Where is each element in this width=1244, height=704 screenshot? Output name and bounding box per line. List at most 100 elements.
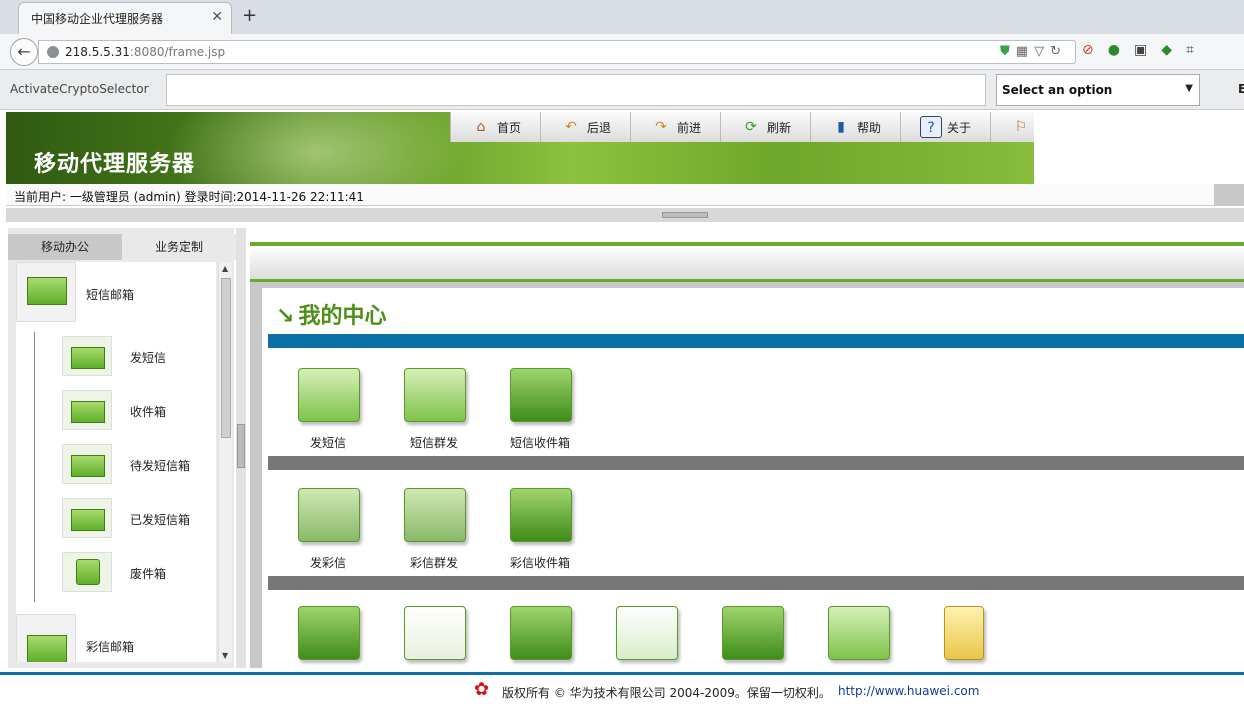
footer: ✿ 版权所有 © 华为技术有限公司 2004-2009。保留一切权利。 http…	[0, 672, 1244, 704]
mail-box-icon	[722, 606, 784, 660]
nav-item-trash[interactable]: 废件箱	[62, 552, 212, 594]
huawei-link[interactable]: http://www.huawei.com	[838, 684, 979, 698]
crop-icon[interactable]: ⌗	[1186, 42, 1208, 58]
compose-sms-icon	[62, 336, 112, 376]
main-top-band	[250, 242, 1244, 282]
sms-inbox-icon	[510, 368, 572, 422]
document-folder-icon	[510, 606, 572, 660]
header-decoration	[166, 112, 466, 184]
chevron-down-icon: ▼	[1185, 83, 1193, 94]
nav-item-compose-sms[interactable]: 发短信	[62, 336, 212, 378]
tile-group-sms[interactable]: 短信群发	[384, 362, 484, 452]
globe-icon	[47, 46, 59, 58]
tile-send-sms[interactable]: 发短信	[278, 362, 378, 452]
reload-icon[interactable]: ↻	[1050, 44, 1067, 59]
user-info-bar: 当前用户: 一级管理员 (admin) 登录时间:2014-11-26 22:1…	[6, 184, 1244, 206]
addon-label: ActivateCryptoSelector	[10, 82, 149, 96]
browser-nav-bar: ← 218.5.5.31:8080/frame.jsp ⛊▦▽↻ ⊘●▣◆⌗	[0, 34, 1244, 70]
app-title: 移动代理服务器	[34, 151, 196, 177]
tab-business-custom[interactable]: 业务定制	[122, 234, 236, 260]
send-mms-icon	[298, 488, 360, 542]
write-mail-icon	[828, 606, 890, 660]
menu-about[interactable]: ? 关于	[901, 112, 991, 142]
tile-mms-inbox[interactable]: 彩信收件箱	[490, 482, 590, 572]
send-sms-icon	[298, 368, 360, 422]
scroll-thumb[interactable]	[221, 278, 231, 438]
screenshot-icon[interactable]: ▣	[1134, 42, 1161, 58]
outbox-icon	[62, 444, 112, 484]
address-bar[interactable]: 218.5.5.31:8080/frame.jsp ⛊▦▽↻	[38, 40, 1076, 64]
browser-tab[interactable]: 中国移动企业代理服务器 ✕	[18, 2, 232, 34]
vertical-splitter[interactable]	[236, 228, 246, 668]
tree-line	[34, 332, 35, 602]
tile-sms-inbox[interactable]: 短信收件箱	[490, 362, 590, 452]
menu-back[interactable]: ↶ 后退	[541, 112, 631, 142]
mms-mailbox-icon	[16, 614, 76, 662]
crown-mail-icon	[944, 606, 984, 660]
back-arrow-icon: ↶	[565, 119, 577, 135]
page-title: ↘ 我的中心	[276, 304, 387, 329]
mms-inbox-icon	[510, 488, 572, 542]
exit-running-icon: ⚐	[1014, 119, 1028, 135]
contact-edit-icon	[616, 606, 678, 660]
forward-arrow-icon: ↷	[655, 119, 667, 135]
memo-note-icon	[404, 606, 466, 660]
nav-group-mms[interactable]: 彩信邮箱	[16, 614, 216, 662]
huawei-logo: ✿	[474, 679, 490, 700]
nav-group-sms[interactable]: 短信邮箱	[16, 262, 216, 324]
sent-icon	[62, 498, 112, 538]
user-bar-scroll	[1214, 184, 1244, 206]
dropdown-icon[interactable]: ▽	[1034, 44, 1050, 59]
tab-mobile-office[interactable]: 移动办公	[8, 234, 122, 260]
calendar-folder-icon	[298, 606, 360, 660]
nav-item-sent[interactable]: 已发短信箱	[62, 498, 212, 540]
vertical-splitter-grip[interactable]	[237, 424, 245, 468]
option-select[interactable]: Select an option ▼	[996, 74, 1200, 106]
addon-toolbar: ActivateCryptoSelector Select an option …	[0, 70, 1244, 110]
home-icon: ⌂	[476, 119, 486, 135]
new-tab-button[interactable]: +	[242, 5, 257, 26]
tab-title: 中国移动企业代理服务器	[31, 12, 164, 26]
inbox-icon	[62, 390, 112, 430]
extension-globe-icon[interactable]: ●	[1108, 42, 1134, 58]
back-button[interactable]: ←	[10, 38, 38, 66]
menu-forward[interactable]: ↷ 前进	[631, 112, 721, 142]
extension-arrow-icon[interactable]: ◆	[1161, 42, 1186, 58]
nav-scrollbar[interactable]: ▲ ▼	[218, 262, 232, 662]
sms-mailbox-icon	[16, 262, 76, 322]
tile-group-mms[interactable]: 彩信群发	[384, 482, 484, 572]
extension-icons: ⊘●▣◆⌗	[1082, 42, 1208, 58]
nav-item-outbox[interactable]: 待发短信箱	[62, 444, 212, 486]
close-icon[interactable]: ✕	[211, 9, 223, 25]
menu-help[interactable]: ▮ 帮助	[811, 112, 901, 142]
tile-send-mms[interactable]: 发彩信	[278, 482, 378, 572]
nav-item-inbox[interactable]: 收件箱	[62, 390, 212, 432]
splitter-grip[interactable]	[662, 212, 708, 218]
section-divider	[268, 576, 1244, 590]
shield-icon[interactable]: ⛊	[1000, 44, 1016, 59]
addon-extra-button[interactable]: E	[1238, 82, 1244, 96]
arrow-down-right-icon: ↘	[276, 304, 295, 329]
scroll-down-icon[interactable]: ▼	[222, 651, 228, 660]
help-book-icon: ▮	[837, 119, 845, 135]
section-divider-blue	[268, 334, 1244, 348]
menu-exit[interactable]: ⚐退出	[991, 112, 1034, 142]
scroll-up-icon[interactable]: ▲	[222, 264, 228, 273]
select-value: Select an option	[1002, 83, 1113, 97]
block-icon[interactable]: ⊘	[1082, 42, 1108, 58]
url-text[interactable]: 218.5.5.31:8080/frame.jsp	[65, 45, 225, 59]
refresh-icon: ⟳	[745, 119, 757, 135]
trash-icon	[62, 552, 112, 592]
app-header: 移动代理服务器 ⌂首页 ↶后退 ↷前进 ⟳刷新 ▮帮助 ?关于 ⚐退出	[6, 112, 1034, 184]
nav-list: 短信邮箱 发短信 收件箱 待发短信箱 已发短信箱 废件箱 彩信邮箱	[16, 262, 216, 662]
horizontal-splitter[interactable]	[6, 208, 1244, 222]
section-divider	[268, 456, 1244, 470]
group-sms-icon	[404, 368, 466, 422]
qr-code-icon[interactable]: ▦	[1016, 44, 1034, 59]
my-center-panel: ↘ 我的中心 发短信 短信群发 短信收件箱 发彩信 彩信群发 彩信收件箱	[262, 288, 1244, 668]
menu-refresh[interactable]: ⟳ 刷新	[721, 112, 811, 142]
menu-home[interactable]: ⌂ 首页	[451, 112, 541, 142]
crypto-input[interactable]	[166, 74, 986, 106]
left-nav: 移动办公 业务定制 短信邮箱 发短信 收件箱 待发短信箱 已发短信箱 废件箱 彩…	[8, 228, 236, 668]
browser-tab-bar: 中国移动企业代理服务器 ✕ +	[0, 0, 1244, 34]
